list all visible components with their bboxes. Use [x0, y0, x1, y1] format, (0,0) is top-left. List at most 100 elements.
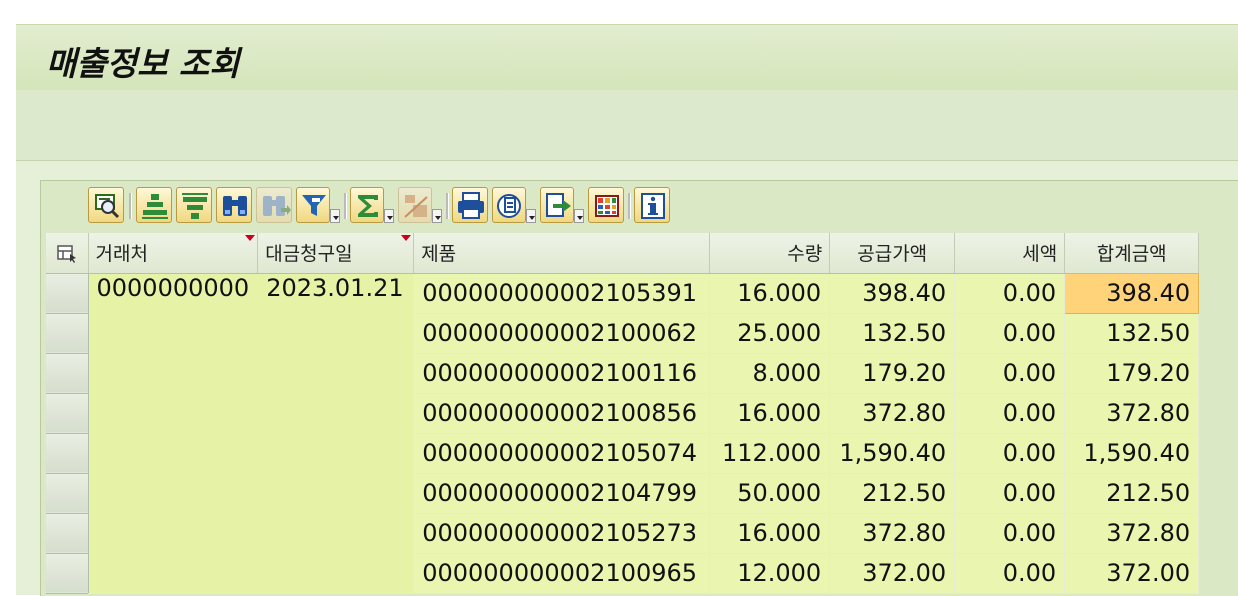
row-selector[interactable] [46, 393, 89, 434]
row-selector[interactable] [46, 273, 89, 314]
column-header-product[interactable]: 제품 [413, 233, 711, 274]
top-border [0, 0, 1238, 12]
export-button[interactable] [540, 187, 574, 223]
cell-supply-amount[interactable]: 372.00 [829, 553, 956, 594]
cell-tax[interactable]: 0.00 [954, 553, 1066, 594]
sort-ascending-button[interactable] [136, 187, 172, 223]
column-header-quantity[interactable]: 수량 [709, 233, 831, 274]
cell-product[interactable]: 000000000002100856 [413, 393, 711, 434]
cell-supply-amount[interactable]: 212.50 [829, 473, 956, 514]
find-button[interactable] [216, 187, 252, 223]
cell-tax[interactable]: 0.00 [954, 353, 1066, 394]
cell-customer[interactable]: 0000000000 [88, 273, 259, 594]
sort-ascending-icon [142, 194, 168, 219]
binoculars-next-icon [263, 196, 291, 216]
print-button[interactable] [452, 187, 488, 223]
filter-button[interactable] [296, 187, 330, 223]
subtotal-icon [404, 195, 428, 218]
grid-header-row: 거래처 대금청구일 제품 수량 공급가액 세액 합계금액 [46, 233, 1200, 274]
cell-supply-amount[interactable]: 179.20 [829, 353, 956, 394]
info-button[interactable] [634, 187, 670, 223]
cell-tax[interactable]: 0.00 [954, 513, 1066, 554]
cell-supply-amount[interactable]: 372.80 [829, 393, 956, 434]
cell-supply-amount[interactable]: 1,590.40 [829, 433, 956, 474]
toolbar-separator [628, 193, 631, 219]
table-row: 0000000000 2023.01.21 000000000002105391… [46, 272, 1200, 594]
row-selector[interactable] [46, 513, 89, 554]
sort-indicator-icon [245, 235, 256, 241]
cell-billing-date[interactable]: 2023.01.21 [257, 273, 415, 594]
grid-layout-icon [595, 195, 619, 217]
column-header-customer[interactable]: 거래처 [88, 233, 259, 274]
cell-total[interactable]: 372.80 [1064, 513, 1200, 554]
cell-product[interactable]: 000000000002105391 [413, 273, 711, 314]
views-button[interactable] [492, 187, 526, 223]
row-selector[interactable] [46, 313, 89, 354]
export-icon [546, 193, 571, 217]
cell-supply-amount[interactable]: 132.50 [829, 313, 956, 354]
row-selector[interactable] [46, 473, 89, 514]
row-selector[interactable] [46, 553, 89, 594]
cell-product[interactable]: 000000000002105074 [413, 433, 711, 474]
application-toolbar [16, 90, 1238, 161]
printer-icon [458, 192, 484, 219]
cell-quantity[interactable]: 16.000 [709, 513, 831, 554]
title-bar: 매출정보 조회 [16, 24, 1238, 91]
cell-tax[interactable]: 0.00 [954, 473, 1066, 514]
export-dropdown-arrow[interactable] [574, 209, 584, 223]
filter-dropdown-arrow[interactable] [330, 209, 340, 223]
cell-total[interactable]: 132.50 [1064, 313, 1200, 354]
subtotal-button[interactable] [398, 187, 432, 223]
cell-quantity[interactable]: 16.000 [709, 393, 831, 434]
cell-total[interactable]: 372.00 [1064, 553, 1200, 594]
cell-quantity[interactable]: 50.000 [709, 473, 831, 514]
cell-quantity[interactable]: 25.000 [709, 313, 831, 354]
column-header-supply-amount[interactable]: 공급가액 [829, 233, 956, 274]
funnel-filter-icon [302, 195, 326, 216]
toolbar-separator [446, 193, 449, 219]
cell-quantity[interactable]: 112.000 [709, 433, 831, 474]
cell-total[interactable]: 1,590.40 [1064, 433, 1200, 474]
cell-quantity[interactable]: 8.000 [709, 353, 831, 394]
cell-product[interactable]: 000000000002100116 [413, 353, 711, 394]
cell-quantity[interactable]: 12.000 [709, 553, 831, 594]
cell-total-highlighted[interactable]: 398.40 [1064, 272, 1200, 314]
find-next-button[interactable] [256, 187, 292, 223]
column-header-tax[interactable]: 세액 [954, 233, 1066, 274]
page-title: 매출정보 조회 [46, 44, 240, 83]
cell-supply-amount[interactable]: 398.40 [829, 273, 956, 314]
magnifier-details-icon [95, 194, 120, 219]
layout-select-icon [56, 243, 78, 264]
cell-tax[interactable]: 0.00 [954, 433, 1066, 474]
toolbar-separator [344, 193, 347, 219]
cell-total[interactable]: 179.20 [1064, 353, 1200, 394]
column-header-total[interactable]: 합계금액 [1064, 233, 1200, 274]
cell-product[interactable]: 000000000002105273 [413, 513, 711, 554]
cell-tax[interactable]: 0.00 [954, 313, 1066, 354]
cell-total[interactable]: 372.80 [1064, 393, 1200, 434]
cell-tax[interactable]: 0.00 [954, 393, 1066, 434]
cell-quantity[interactable]: 16.000 [709, 273, 831, 314]
column-header-billing-date[interactable]: 대금청구일 [257, 233, 415, 274]
cell-product[interactable]: 000000000002100062 [413, 313, 711, 354]
binoculars-icon [223, 196, 247, 216]
subtotal-dropdown-arrow[interactable] [432, 209, 442, 223]
row-selector[interactable] [46, 433, 89, 474]
toolbar-separator [129, 193, 132, 219]
info-icon [641, 193, 665, 219]
layout-button[interactable] [588, 187, 624, 223]
sort-descending-button[interactable] [176, 187, 212, 223]
cell-total[interactable]: 212.50 [1064, 473, 1200, 514]
cell-product[interactable]: 000000000002100965 [413, 553, 711, 594]
sort-descending-icon [182, 193, 208, 219]
select-all-corner[interactable] [46, 233, 89, 274]
row-selector[interactable] [46, 353, 89, 394]
cell-tax[interactable]: 0.00 [954, 273, 1066, 314]
cell-supply-amount[interactable]: 372.80 [829, 513, 956, 554]
total-dropdown-arrow[interactable] [384, 209, 394, 223]
views-dropdown-arrow[interactable] [526, 209, 536, 223]
details-button[interactable] [88, 187, 124, 223]
total-button[interactable] [350, 187, 384, 223]
cell-product[interactable]: 000000000002104799 [413, 473, 711, 514]
sigma-icon [358, 195, 378, 217]
